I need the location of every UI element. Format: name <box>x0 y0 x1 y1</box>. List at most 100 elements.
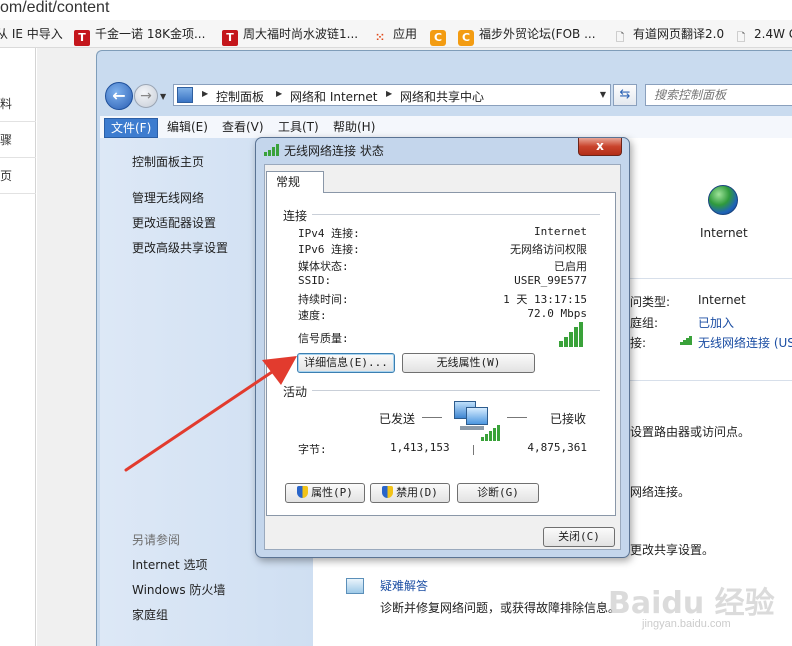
baidu-watermark: Baidu 经验 jingyan.baidu.com <box>608 578 788 644</box>
connection-label: 接: <box>630 336 647 350</box>
bookmark-c[interactable]: C <box>430 24 451 46</box>
bookmark-apps[interactable]: ⁙ 应用 <box>372 24 417 44</box>
chevron-down-icon[interactable]: ▼ <box>600 90 606 99</box>
breadcrumb-network-internet[interactable]: 网络和 Internet <box>290 88 377 105</box>
search-box[interactable] <box>645 84 792 106</box>
url-text[interactable]: om/edit/content <box>0 0 792 18</box>
bookmark-necklace-2[interactable]: T 周大福时尚水波链1... <box>222 24 359 46</box>
ipv6-label: IPv6 连接: <box>298 243 360 256</box>
page-left-item[interactable]: 料 <box>0 86 36 122</box>
bookmark-label: 福步外贸论坛(FOB ... <box>479 27 596 41</box>
sidebar-link-home[interactable]: 控制面板主页 <box>132 153 204 170</box>
bookmark-24w[interactable]: 🗋 2.4W G <box>733 24 792 44</box>
router-setup-text: 设置路由器或访问点。 <box>630 425 751 439</box>
activity-signal-icon <box>481 425 500 441</box>
menu-help[interactable]: 帮助(H) <box>327 118 381 138</box>
activity-line-left <box>422 417 442 418</box>
bytes-sent-value: 1,413,153 <box>390 441 450 454</box>
close-button[interactable]: 关闭(C) <box>543 527 615 547</box>
divider <box>312 214 600 215</box>
troubleshoot-icon <box>346 578 364 594</box>
uac-shield-icon <box>382 486 394 498</box>
forward-button[interactable]: → <box>134 84 158 108</box>
menu-view[interactable]: 查看(V) <box>216 118 270 138</box>
page-icon: 🗋 <box>736 31 746 44</box>
ssid-label: SSID: <box>298 274 332 287</box>
activity-line-down <box>473 445 474 455</box>
wireless-connection-link[interactable]: 无线网络连接 (US <box>698 334 792 351</box>
details-button[interactable]: 详细信息(E)... <box>297 353 395 373</box>
received-label: 已接收 <box>550 412 587 426</box>
ipv4-label: IPv4 连接: <box>298 227 360 240</box>
tmall-icon: T <box>74 30 90 46</box>
page-left-item[interactable]: 骤 <box>0 122 36 158</box>
c-icon: C <box>430 30 446 46</box>
uac-shield-icon <box>297 486 309 498</box>
refresh-button[interactable]: ⇆ <box>613 84 637 106</box>
sidebar-link-internet-options[interactable]: Internet 选项 <box>132 556 207 573</box>
bookmark-label: 千金一诺 18K金项... <box>95 27 206 41</box>
menu-tools[interactable]: 工具(T) <box>272 118 325 138</box>
menu-edit[interactable]: 编辑(E) <box>161 118 214 138</box>
troubleshoot-description: 诊断并修复网络问题，或获得故障排除信息。 <box>380 601 621 615</box>
divider <box>312 390 600 391</box>
network-connection-text: 网络连接。 <box>630 485 691 499</box>
bytes-received-value: 4,875,361 <box>527 441 587 454</box>
homegroup-label: 庭组: <box>630 316 659 330</box>
chevron-right-icon[interactable]: ▶ <box>202 89 208 98</box>
page-left-nav: 料 骤 页 <box>0 48 36 646</box>
bookmark-label: 从 IE 中导入 <box>0 27 63 41</box>
ssid-value: USER_99E577 <box>514 274 587 287</box>
sidebar-link-firewall[interactable]: Windows 防火墙 <box>132 581 225 598</box>
bookmark-label: 周大福时尚水波链1... <box>243 27 359 41</box>
activity-section-title: 活动 <box>283 385 308 399</box>
close-icon[interactable]: x <box>578 138 622 156</box>
dialog-title: 无线网络连接 状态 <box>284 144 384 158</box>
sidebar-link-manage-wireless[interactable]: 管理无线网络 <box>132 189 204 206</box>
bookmark-youdao[interactable]: 🗋 有道网页翻译2.0 <box>612 24 725 44</box>
troubleshoot-link[interactable]: 疑难解答 <box>380 577 428 594</box>
properties-button[interactable]: 属性(P) <box>285 483 365 503</box>
apps-grid-icon: ⁙ <box>375 31 385 44</box>
media-state-label: 媒体状态: <box>298 260 349 273</box>
breadcrumb-control-panel[interactable]: 控制面板 <box>216 88 264 105</box>
search-input[interactable] <box>654 85 792 105</box>
tab-general[interactable]: 常规 <box>266 171 324 193</box>
signal-quality-icon <box>559 322 587 347</box>
history-dropdown-icon[interactable]: ▼ <box>160 92 166 101</box>
sent-label: 已发送 <box>379 412 416 426</box>
signal-quality-label: 信号质量: <box>298 332 349 345</box>
diagnose-button[interactable]: 诊断(G) <box>457 483 539 503</box>
sharing-settings-text: 更改共享设置。 <box>630 543 715 557</box>
homegroup-link[interactable]: 已加入 <box>698 314 734 331</box>
address-bar[interactable]: ▶ 控制面板 ▶ 网络和 Internet ▶ 网络和共享中心 ▼ <box>173 84 611 106</box>
bookmark-fob[interactable]: C 福步外贸论坛(FOB ... <box>458 24 596 46</box>
control-panel-icon <box>177 87 193 103</box>
back-button[interactable]: ← <box>105 82 133 110</box>
chevron-right-icon[interactable]: ▶ <box>386 89 392 98</box>
page-left-item[interactable]: 页 <box>0 158 36 194</box>
sidebar-link-homegroup[interactable]: 家庭组 <box>132 606 168 623</box>
duration-value: 1 天 13:17:15 <box>503 293 587 306</box>
access-type-value: Internet <box>698 293 746 307</box>
access-type-label: 问类型: <box>630 295 671 309</box>
breadcrumb-sharing-center[interactable]: 网络和共享中心 <box>400 88 484 105</box>
disable-button[interactable]: 禁用(D) <box>370 483 450 503</box>
sidebar-link-adapter-settings[interactable]: 更改适配器设置 <box>132 214 216 231</box>
menu-file[interactable]: 文件(F) <box>104 118 159 138</box>
bytes-label: 字节: <box>298 443 327 456</box>
bookmark-necklace-1[interactable]: T 千金一诺 18K金项... <box>74 24 206 46</box>
wireless-properties-button[interactable]: 无线属性(W) <box>402 353 535 373</box>
bookmarks-bar: 从 IE 中导入 T 千金一诺 18K金项... T 周大福时尚水波链1... ⁙ 应… <box>0 20 792 48</box>
disable-button-label: 禁用(D) <box>396 486 438 499</box>
ipv4-value: Internet <box>534 225 587 238</box>
chevron-right-icon[interactable]: ▶ <box>276 89 282 98</box>
bookmark-import-ie[interactable]: 从 IE 中导入 <box>0 24 63 44</box>
watermark-text: Baidu 经验 <box>608 586 775 621</box>
page-icon: 🗋 <box>615 31 625 44</box>
speed-value: 72.0 Mbps <box>527 307 587 320</box>
media-state-value: 已启用 <box>554 260 587 273</box>
sidebar-link-advanced-sharing[interactable]: 更改高级共享设置 <box>132 239 228 256</box>
duration-label: 持续时间: <box>298 293 349 306</box>
internet-node-label: Internet <box>700 226 748 240</box>
